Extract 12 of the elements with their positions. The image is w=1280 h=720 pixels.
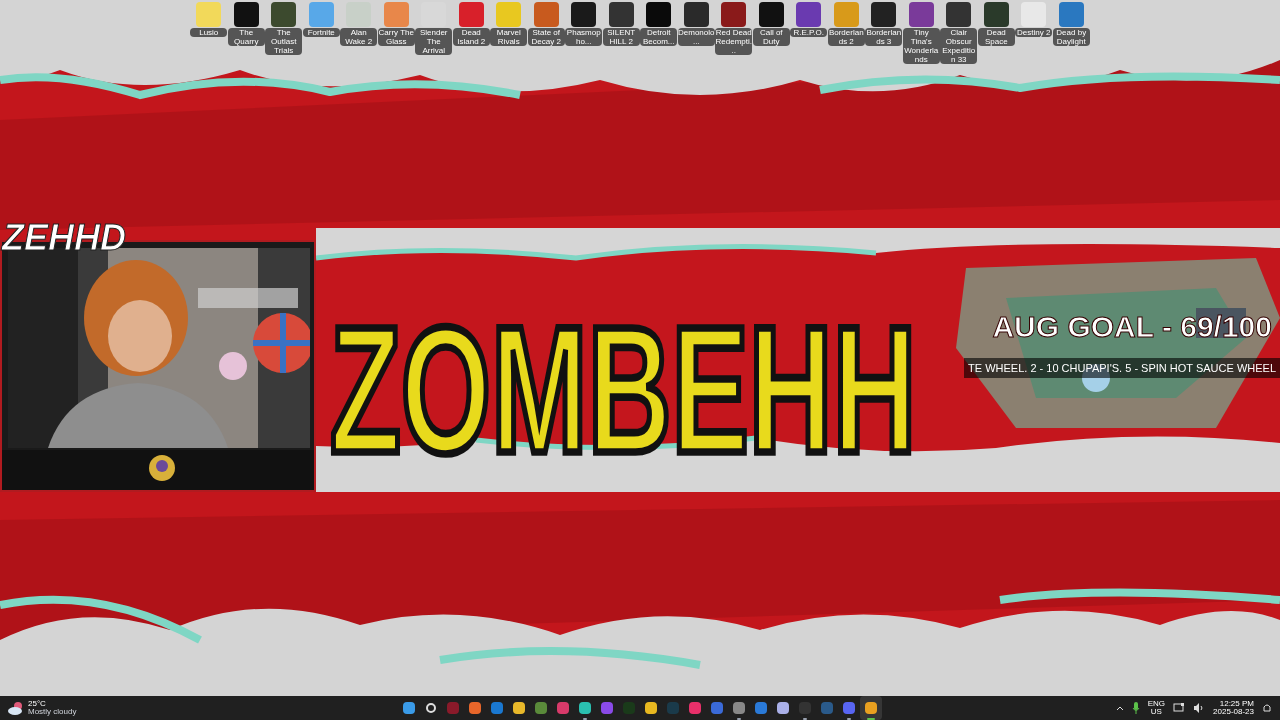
region-indicator[interactable]: US (1150, 708, 1162, 716)
weather-temperature: 25°C (28, 700, 47, 708)
clock-date[interactable]: 2025-08-23 (1213, 708, 1254, 716)
notification-icon[interactable] (1262, 702, 1272, 714)
clock-time[interactable]: 12:25 PM (1219, 700, 1254, 708)
weather-icon[interactable] (8, 701, 24, 715)
speaker-icon[interactable] (1193, 703, 1206, 713)
language-indicator[interactable]: ENG (1147, 700, 1166, 708)
app-icon[interactable] (860, 696, 882, 720)
microphone-icon[interactable] (1131, 702, 1140, 714)
weather-condition: Mostly cloudy (28, 708, 77, 716)
network-icon[interactable] (1173, 703, 1186, 713)
